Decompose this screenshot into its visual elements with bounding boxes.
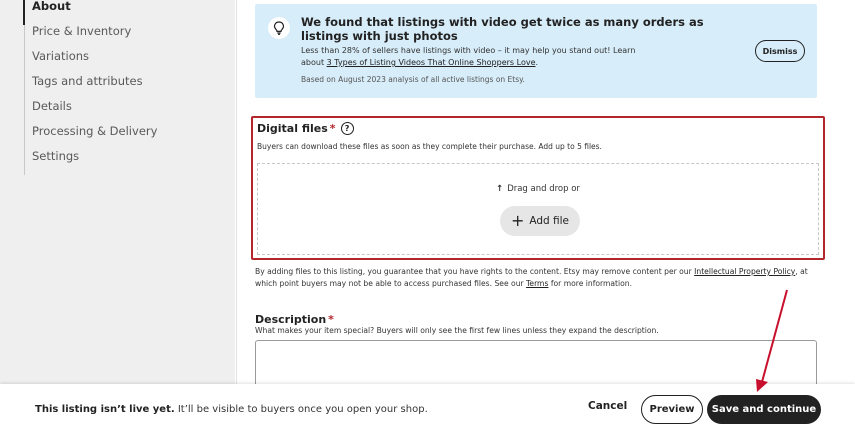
description-input[interactable]: [255, 340, 817, 384]
listing-status-message: This listing isn’t live yet. It’ll be vi…: [35, 404, 428, 415]
required-mark: *: [329, 122, 336, 135]
video-tip-banner: We found that listings with video get tw…: [255, 4, 817, 98]
digital-files-help: Buyers can download these files as soon …: [257, 142, 602, 151]
description-title: Description: [255, 313, 327, 326]
drag-drop-label: Drag and drop or: [507, 184, 580, 194]
cancel-button[interactable]: Cancel: [588, 400, 627, 412]
description-label: Description *: [255, 313, 334, 326]
add-file-button[interactable]: + Add file: [500, 206, 580, 236]
preview-button[interactable]: Preview: [641, 395, 703, 424]
sidebar-item-about[interactable]: About: [23, 0, 157, 25]
save-and-continue-button[interactable]: Save and continue: [707, 395, 821, 424]
file-dropzone[interactable]: ↑ Drag and drop or + Add file: [257, 163, 819, 255]
digital-files-title: Digital files: [257, 122, 328, 135]
legal-text-3: for more information.: [548, 279, 633, 288]
sidebar-item-tags-attributes[interactable]: Tags and attributes: [32, 75, 157, 100]
listing-videos-link[interactable]: 3 Types of Listing Videos That Online Sh…: [327, 58, 536, 67]
footer-bar: This listing isn’t live yet. It’ll be vi…: [0, 384, 855, 434]
help-icon[interactable]: ?: [340, 122, 354, 135]
sidebar: About Price & Inventory Variations Tags …: [0, 0, 235, 384]
sidebar-nav: About Price & Inventory Variations Tags …: [23, 0, 157, 175]
upload-arrow-icon: ↑: [496, 184, 504, 194]
sidebar-item-processing-delivery[interactable]: Processing & Delivery: [32, 125, 157, 150]
listing-status-bold: This listing isn’t live yet.: [35, 404, 175, 415]
main-content: We found that listings with video get tw…: [236, 0, 855, 384]
digital-files-section: Digital files * ? Buyers can download th…: [251, 116, 825, 260]
banner-title: We found that listings with video get tw…: [301, 15, 704, 43]
add-file-label: Add file: [529, 215, 570, 227]
drag-drop-text: ↑ Drag and drop or: [258, 184, 818, 194]
sidebar-item-variations[interactable]: Variations: [32, 50, 157, 75]
description-help: What makes your item special? Buyers wil…: [255, 326, 659, 335]
ip-policy-link[interactable]: Intellectual Property Policy: [694, 267, 795, 276]
dismiss-button[interactable]: Dismiss: [755, 40, 805, 62]
lightbulb-icon: [268, 17, 290, 39]
legal-text-1: By adding files to this listing, you gua…: [255, 267, 695, 276]
digital-files-label: Digital files * ?: [257, 122, 354, 135]
sidebar-item-details[interactable]: Details: [32, 100, 157, 125]
sidebar-item-price-inventory[interactable]: Price & Inventory: [32, 25, 157, 50]
banner-text-end: .: [535, 58, 539, 67]
plus-icon: +: [510, 211, 525, 230]
digital-files-legal-text: By adding files to this listing, you gua…: [255, 266, 815, 290]
listing-status-rest: It’ll be visible to buyers once you open…: [174, 404, 428, 415]
sidebar-item-settings[interactable]: Settings: [32, 150, 157, 175]
banner-note: Based on August 2023 analysis of all act…: [301, 75, 525, 84]
banner-text: Less than 28% of sellers have listings w…: [301, 45, 661, 69]
terms-link[interactable]: Terms: [526, 279, 548, 288]
description-required-mark: *: [328, 313, 334, 326]
